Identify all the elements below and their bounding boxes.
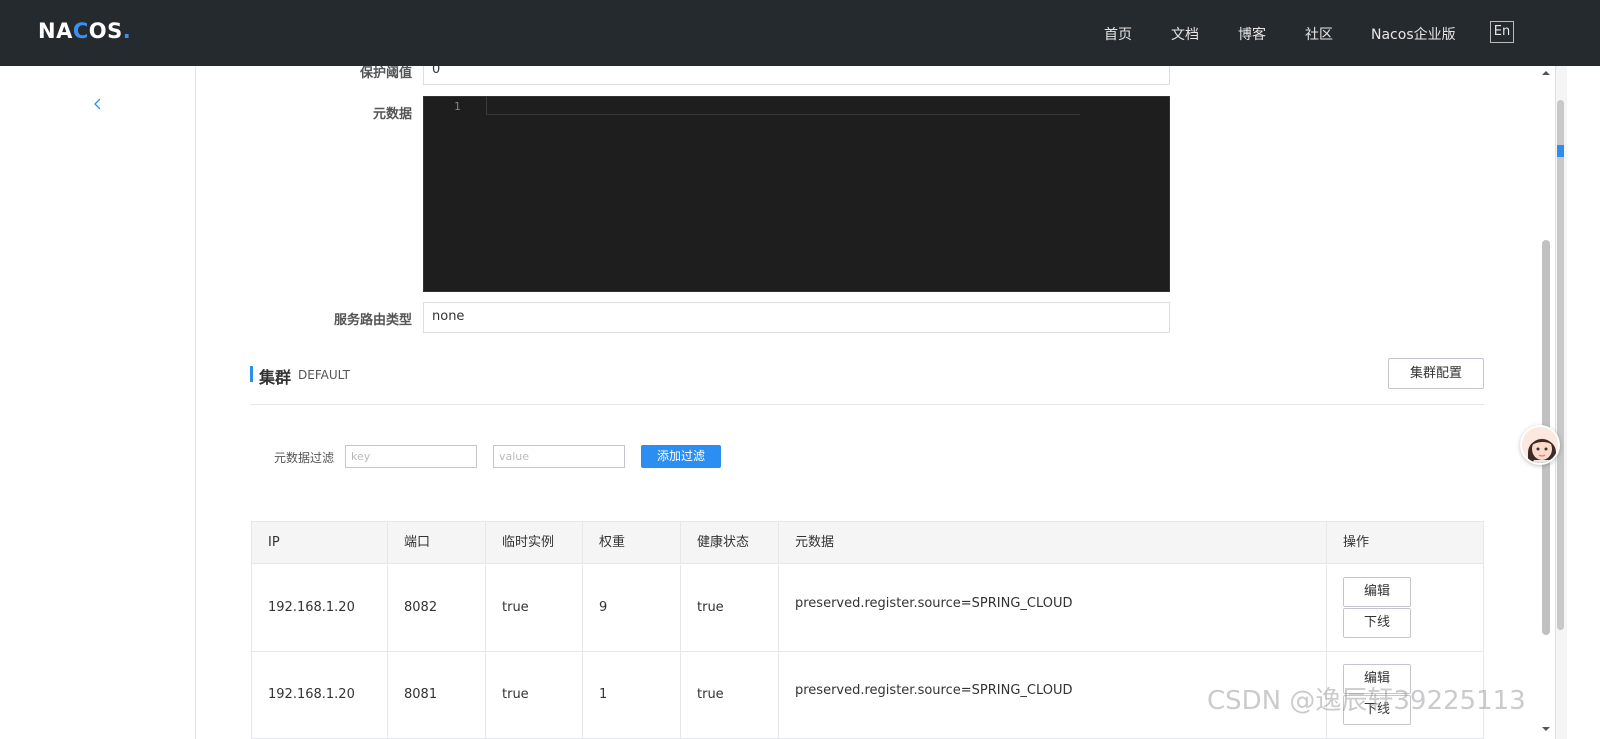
column-header-ip: IP xyxy=(252,522,388,564)
language-toggle-button[interactable]: En xyxy=(1490,21,1514,43)
nav-enterprise[interactable]: Nacos企业版 xyxy=(1371,24,1456,44)
route-type-value: none xyxy=(432,309,465,324)
nacos-logo[interactable]: NACOS. xyxy=(38,19,131,43)
scroll-position-marker xyxy=(1557,145,1564,157)
cell-ephemeral: true xyxy=(486,565,583,652)
editor-line-number: 1 xyxy=(454,100,461,113)
metadata-filter-label: 元数据过滤 xyxy=(274,451,335,465)
metadata-label: 元数据 xyxy=(372,107,412,122)
cell-metadata: preserved.register.source=SPRING_CLOUD xyxy=(779,565,1327,652)
add-filter-button[interactable]: 添加过滤 xyxy=(641,445,721,468)
cluster-title: 集群 xyxy=(259,368,292,387)
cell-weight: 1 xyxy=(583,652,681,739)
csdn-watermark: CSDN @逸辰轩39225113 xyxy=(1207,686,1526,716)
scroll-up-arrow-icon[interactable] xyxy=(1541,68,1551,78)
nav-blog[interactable]: 博客 xyxy=(1238,24,1266,44)
logo-text-c: C xyxy=(72,19,89,43)
table-row: 192.168.1.20 8082 true 9 true preserved.… xyxy=(252,565,1483,652)
nav-community[interactable]: 社区 xyxy=(1305,24,1333,44)
section-divider xyxy=(250,404,1484,405)
nav-docs[interactable]: 文档 xyxy=(1171,24,1199,44)
editor-current-line xyxy=(486,97,1080,115)
cell-ip: 192.168.1.20 xyxy=(252,565,388,652)
column-header-metadata: 元数据 xyxy=(779,522,1327,564)
table-header: IP 端口 临时实例 权重 健康状态 元数据 操作 xyxy=(252,522,1483,564)
cluster-config-button[interactable]: 集群配置 xyxy=(1388,358,1484,389)
column-header-port: 端口 xyxy=(388,522,486,564)
chevron-left-icon[interactable] xyxy=(90,96,106,112)
cell-health: true xyxy=(681,565,779,652)
assistant-avatar-icon[interactable] xyxy=(1520,425,1560,465)
cell-port: 8082 xyxy=(388,565,486,652)
nav-home[interactable]: 首页 xyxy=(1104,24,1132,44)
offline-button[interactable]: 下线 xyxy=(1343,608,1411,638)
cell-actions: 编辑 下线 xyxy=(1327,565,1483,652)
logo-dot: . xyxy=(122,19,132,43)
browser-scrollbar-thumb[interactable] xyxy=(1557,100,1564,630)
column-header-weight: 权重 xyxy=(583,522,681,564)
route-type-label: 服务路由类型 xyxy=(333,313,412,328)
column-header-health: 健康状态 xyxy=(681,522,779,564)
cell-weight: 9 xyxy=(583,565,681,652)
route-type-input[interactable]: none xyxy=(423,302,1170,333)
logo-text-os: OS xyxy=(88,19,123,43)
scroll-down-arrow-icon[interactable] xyxy=(1541,724,1551,734)
cluster-accent-bar xyxy=(250,366,253,382)
column-header-ephemeral: 临时实例 xyxy=(486,522,583,564)
cell-health: true xyxy=(681,652,779,739)
top-header: NACOS. 首页 文档 博客 社区 Nacos企业版 En xyxy=(0,0,1600,66)
edit-button[interactable]: 编辑 xyxy=(1343,577,1411,607)
cluster-name: DEFAULT xyxy=(298,368,350,382)
sidebar xyxy=(0,66,196,739)
filter-key-input[interactable]: key xyxy=(345,445,477,468)
metadata-code-editor[interactable]: 1 xyxy=(423,96,1170,292)
column-header-actions: 操作 xyxy=(1343,535,1370,550)
cell-ephemeral: true xyxy=(486,652,583,739)
logo-text-na: NA xyxy=(38,19,73,43)
filter-value-input[interactable]: value xyxy=(493,445,625,468)
cell-port: 8081 xyxy=(388,652,486,739)
cell-ip: 192.168.1.20 xyxy=(252,652,388,739)
